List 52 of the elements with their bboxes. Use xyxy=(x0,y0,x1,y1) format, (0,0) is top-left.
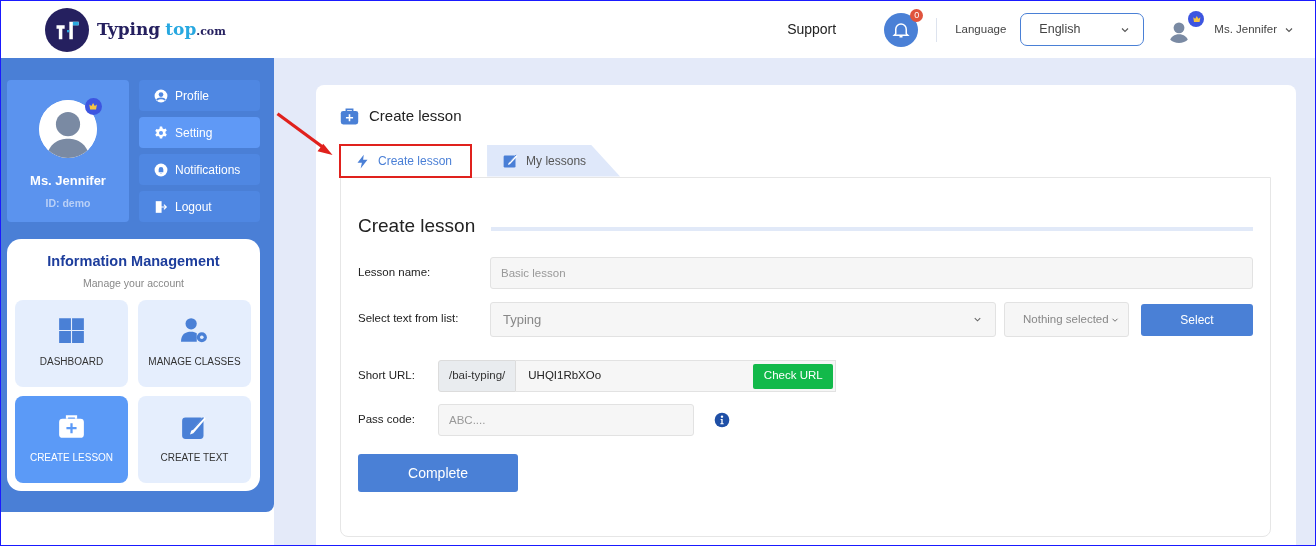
field-label: Short URL: xyxy=(358,368,416,384)
field-label: Select text from list: xyxy=(358,311,460,326)
info-title: Information Management xyxy=(46,252,221,271)
profile-name: Ms. Jennifer xyxy=(30,172,106,190)
input-field[interactable]: Basic lesson xyxy=(490,257,1253,289)
support-link[interactable]: Support xyxy=(787,19,837,40)
bell-icon xyxy=(892,20,911,39)
avatar-icon xyxy=(39,100,97,158)
form-heading: Create lesson xyxy=(358,213,476,238)
tab[interactable]: My lessons xyxy=(487,144,621,177)
lightning-icon xyxy=(355,153,370,169)
sidebar-menu-item[interactable]: Profile xyxy=(139,80,260,111)
text-select[interactable]: Typing xyxy=(490,302,996,337)
pen-square-icon xyxy=(181,413,208,440)
sidebar-menu-item[interactable]: Logout xyxy=(139,191,260,222)
bell-icon xyxy=(154,162,168,177)
info-subtitle: Manage your account xyxy=(82,275,185,291)
field-label: Pass code: xyxy=(358,412,416,428)
crown-icon xyxy=(85,98,102,115)
crown-icon xyxy=(1188,10,1205,27)
info-icon xyxy=(714,412,730,428)
language-select[interactable]: English xyxy=(1020,13,1145,46)
case-plus-icon xyxy=(340,106,359,126)
dashboard-tile[interactable]: CREATE TEXT xyxy=(138,395,251,483)
dashboard-tile[interactable]: CREATE LESSON xyxy=(15,395,128,483)
select-button[interactable]: Select xyxy=(1141,303,1253,336)
edit-icon xyxy=(503,153,519,168)
complete-button[interactable]: Complete xyxy=(358,454,518,492)
dashboard-tile[interactable]: DASHBOARD xyxy=(15,299,128,387)
notification-badge: 0 xyxy=(910,8,924,22)
user-icon xyxy=(154,88,168,103)
logout-icon xyxy=(154,199,168,214)
check-url-button[interactable]: Check URL xyxy=(753,363,834,389)
filter-select[interactable]: Nothing selected xyxy=(1004,302,1129,337)
input-field[interactable]: ABC.... xyxy=(438,404,694,436)
sidebar-menu-item[interactable]: Notifications xyxy=(139,154,260,185)
field-label: Lesson name: xyxy=(358,265,432,281)
language-label: Language xyxy=(955,21,1007,37)
tab[interactable]: Create lesson xyxy=(340,144,472,177)
grid-icon xyxy=(58,317,85,344)
profile-id: ID: demo xyxy=(45,195,91,211)
page-title: Create lesson xyxy=(369,106,462,126)
settings-icon xyxy=(154,125,168,140)
user-menu[interactable]: Ms. Jennifer xyxy=(1214,20,1295,39)
case-plus-icon xyxy=(58,413,85,440)
user-gear-icon xyxy=(181,317,208,344)
dashboard-tile[interactable]: MANAGE CLASSES xyxy=(138,299,251,387)
url-prefix: /bai-typing/ xyxy=(438,360,517,392)
url-field[interactable]: UHQI1RbXOo Check URL xyxy=(516,360,837,392)
logo-icon[interactable] xyxy=(45,7,89,52)
sidebar-menu-item[interactable]: Setting xyxy=(139,117,260,148)
logo-text[interactable]: Typing top.com xyxy=(97,16,226,43)
